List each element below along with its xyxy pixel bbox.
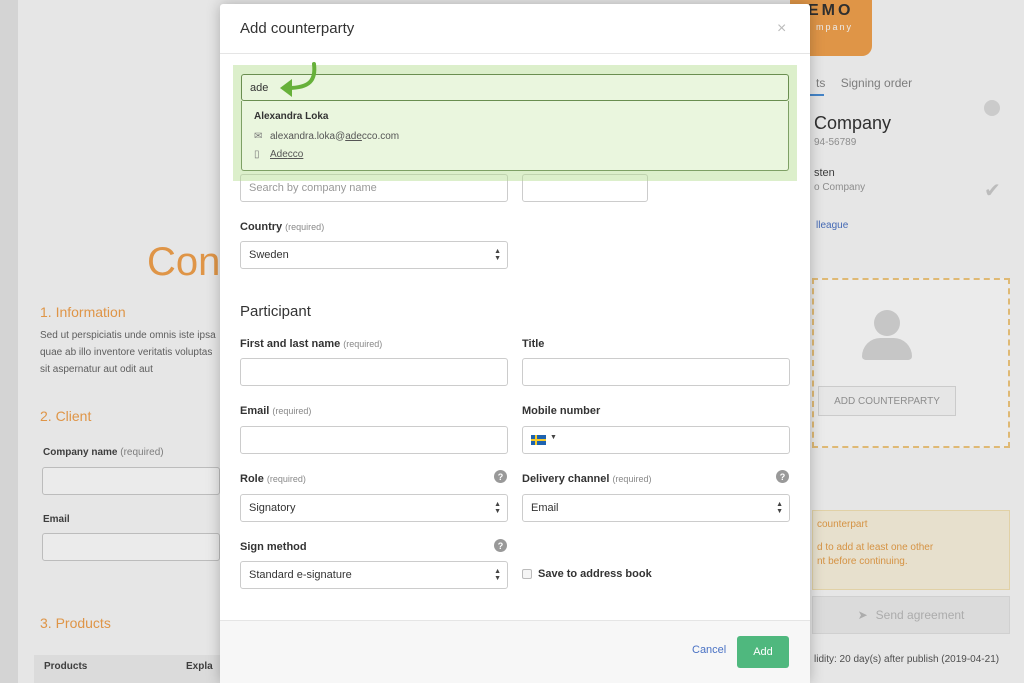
close-icon[interactable]: × bbox=[777, 20, 786, 38]
participant-heading: Participant bbox=[240, 303, 311, 320]
result-email-match: ade bbox=[345, 131, 362, 142]
delivery-select[interactable]: Email ▲ ▼ bbox=[522, 494, 790, 522]
name-input[interactable] bbox=[240, 358, 508, 386]
country-label-text: Country bbox=[240, 221, 283, 233]
role-select[interactable]: Signatory ▲ ▼ bbox=[240, 494, 508, 522]
title-input[interactable] bbox=[522, 358, 790, 386]
role-help-icon[interactable]: ? bbox=[494, 470, 507, 483]
mobile-label: Mobile number bbox=[522, 405, 601, 417]
sign-method-help-icon[interactable]: ? bbox=[494, 539, 507, 552]
country-label: Country (required) bbox=[240, 221, 324, 233]
caret-down-icon[interactable]: ▼ bbox=[550, 434, 557, 441]
building-icon: ▯ bbox=[254, 149, 260, 160]
mobile-input[interactable]: ▼ bbox=[522, 426, 790, 454]
sign-method-select[interactable]: Standard e-signature ▲ ▼ bbox=[240, 561, 508, 589]
result-company-match: Ade bbox=[270, 149, 288, 160]
select-arrows-icon: ▲ ▼ bbox=[494, 501, 501, 515]
required-hint: (required) bbox=[612, 474, 652, 484]
select-arrows-icon: ▲ ▼ bbox=[494, 568, 501, 582]
select-arrows-icon: ▲ ▼ bbox=[494, 248, 501, 262]
autocomplete-dropdown: Alexandra Loka ✉ alexandra.loka@ ade cco.c… bbox=[241, 101, 789, 171]
country-select[interactable]: Sweden ▲ ▼ bbox=[240, 241, 508, 269]
select-arrows-icon: ▲ ▼ bbox=[776, 501, 783, 515]
add-button[interactable]: Add bbox=[737, 636, 789, 668]
role-label: Role (required) bbox=[240, 473, 306, 485]
modal-divider bbox=[220, 53, 810, 54]
email-input[interactable] bbox=[240, 426, 508, 454]
save-address-book-label[interactable]: Save to address book bbox=[538, 568, 652, 580]
delivery-label-text: Delivery channel bbox=[522, 473, 610, 485]
country-value: Sweden bbox=[249, 249, 289, 261]
role-label-text: Role bbox=[240, 473, 264, 485]
modal-title: Add counterparty bbox=[240, 20, 355, 37]
delivery-label: Delivery channel (required) bbox=[522, 473, 651, 485]
required-hint: (required) bbox=[285, 222, 325, 232]
email-label-text: Email bbox=[240, 405, 270, 417]
result-email: ✉ alexandra.loka@ ade cco.com bbox=[254, 131, 399, 142]
green-arrow-icon bbox=[280, 62, 317, 97]
cancel-button[interactable]: Cancel bbox=[692, 644, 726, 656]
name-label-text: First and last name bbox=[240, 338, 341, 350]
save-address-book-checkbox[interactable] bbox=[522, 569, 532, 579]
result-email-pre: alexandra.loka@ bbox=[270, 131, 346, 142]
sign-method-label: Sign method bbox=[240, 541, 307, 553]
delivery-help-icon[interactable]: ? bbox=[776, 470, 789, 483]
result-name: Alexandra Loka bbox=[254, 111, 329, 122]
name-label: First and last name (required) bbox=[240, 338, 382, 350]
delivery-value: Email bbox=[531, 502, 559, 514]
required-hint: (required) bbox=[272, 406, 312, 416]
result-company-post: cco bbox=[287, 149, 304, 160]
result-email-post: cco.com bbox=[361, 131, 400, 142]
sweden-flag-icon[interactable] bbox=[531, 435, 546, 445]
sign-method-value: Standard e-signature bbox=[249, 569, 352, 581]
email-label: Email (required) bbox=[240, 405, 311, 417]
title-label: Title bbox=[522, 338, 545, 350]
envelope-icon: ✉ bbox=[254, 131, 263, 142]
required-hint: (required) bbox=[343, 339, 383, 349]
required-hint: (required) bbox=[266, 474, 306, 484]
result-company: ▯ Ade cco bbox=[254, 149, 303, 160]
role-value: Signatory bbox=[249, 502, 296, 514]
